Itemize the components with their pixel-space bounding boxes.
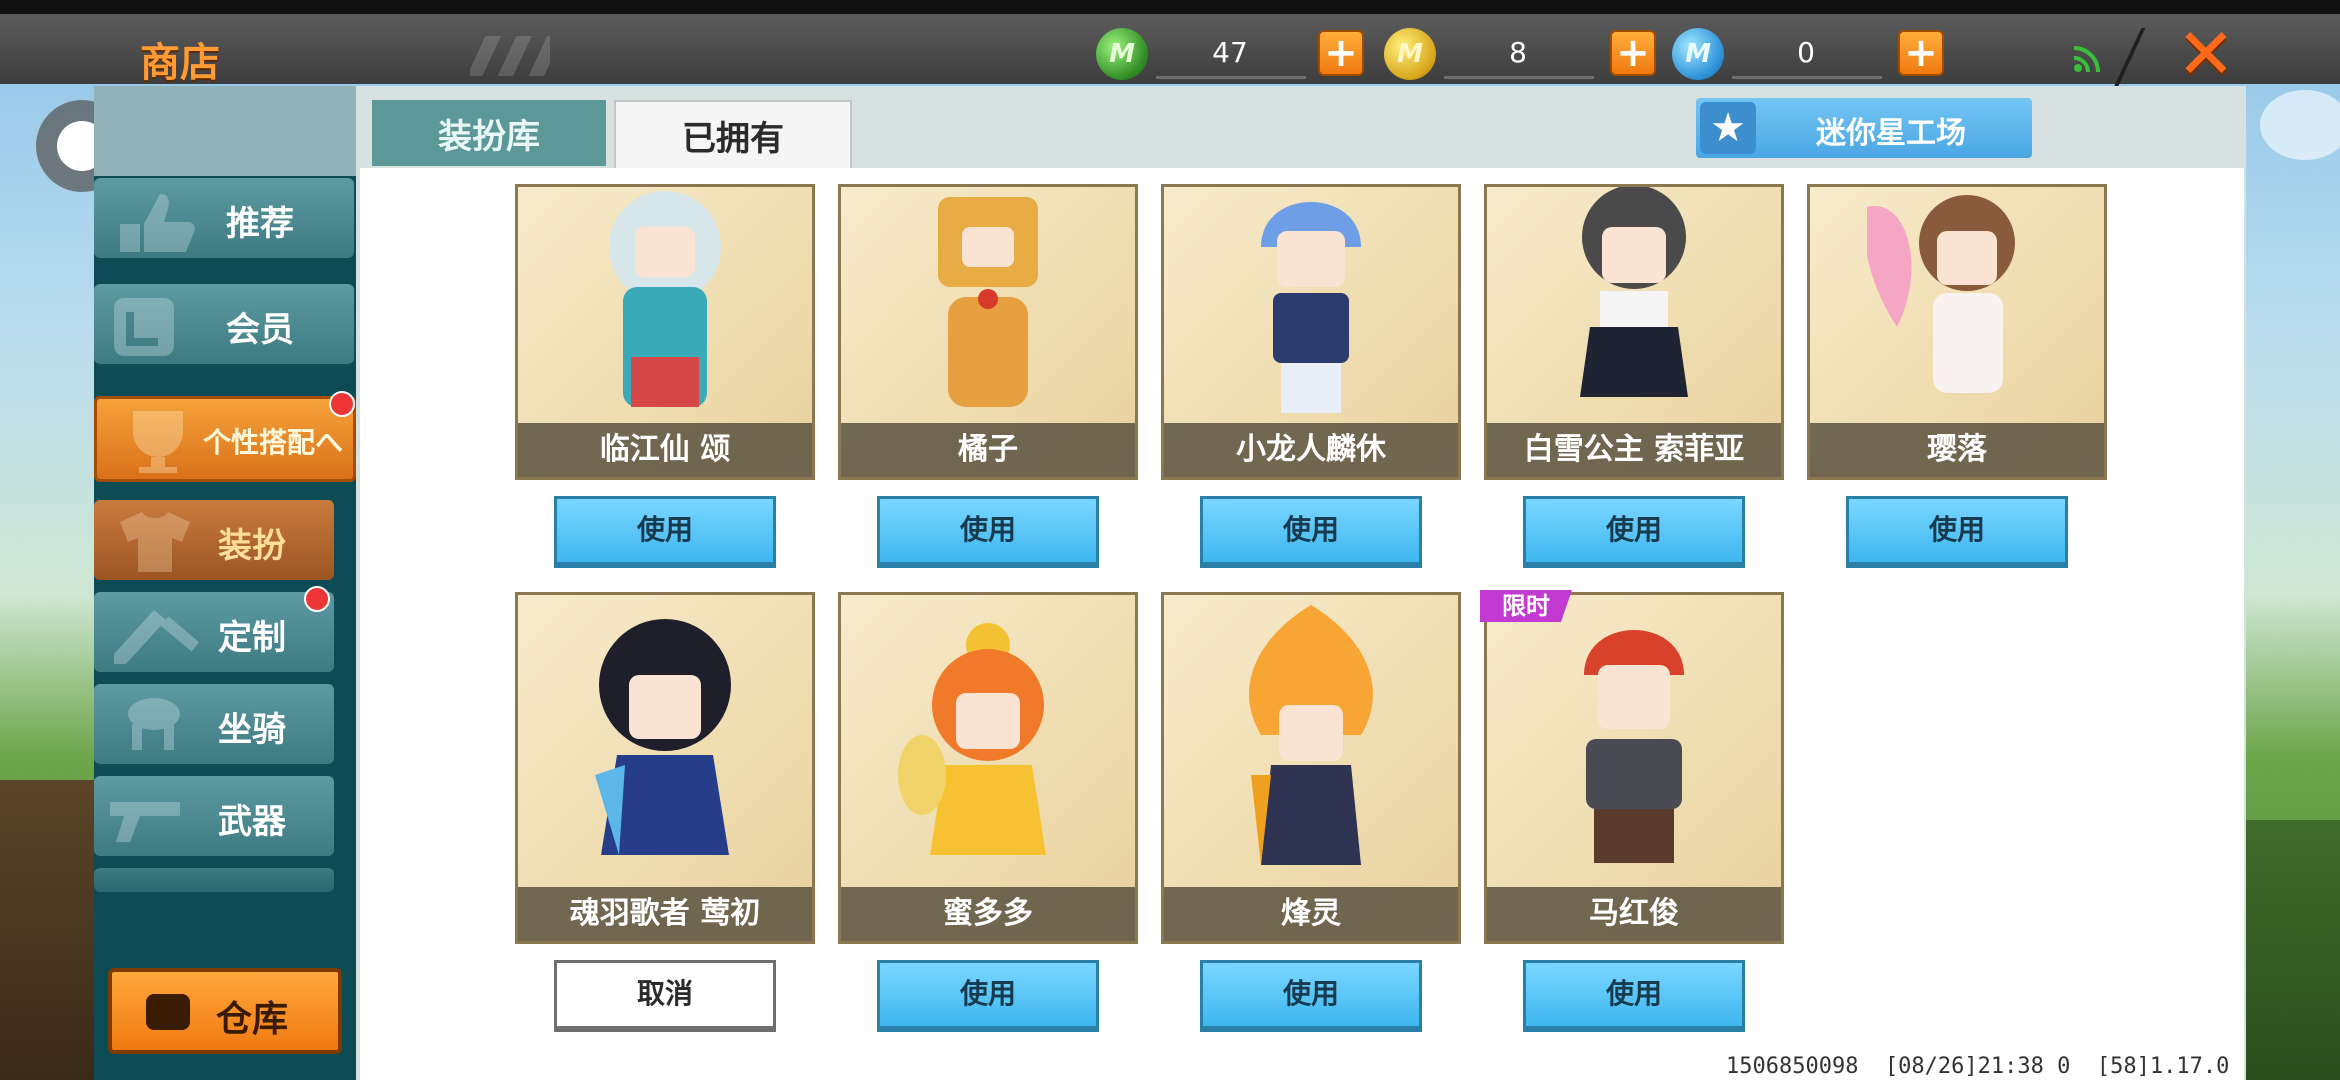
- topbar-divider: [2110, 28, 2146, 94]
- skin-name: 璎落: [1810, 423, 2104, 477]
- sidebar-item-label: 定制: [218, 618, 286, 658]
- sidebar-item-label: 坐骑: [218, 710, 286, 750]
- signal-icon: [2073, 46, 2100, 73]
- sidebar-item-label: 会员: [226, 310, 294, 350]
- shirt-icon: [120, 512, 190, 572]
- star-icon: ★: [1700, 102, 1756, 154]
- warehouse-label: 仓库: [216, 999, 289, 1040]
- skin-card[interactable]: 橘子: [838, 184, 1138, 480]
- sidebar-item-custom[interactable]: 定制: [94, 586, 334, 672]
- mini-bean-coin-icon: M: [1096, 28, 1148, 80]
- use-button[interactable]: 使用: [1200, 960, 1422, 1032]
- chest-icon: [146, 994, 190, 1030]
- skin-card[interactable]: 临江仙 颂: [515, 184, 815, 480]
- character-portrait: [1580, 187, 1688, 397]
- sidebar-item-label: 个性搭配へ: [202, 426, 343, 459]
- background-grass: [2246, 820, 2340, 1080]
- use-button[interactable]: 使用: [877, 496, 1099, 568]
- skin-card[interactable]: 白雪公主 索菲亚: [1484, 184, 1784, 480]
- background-cloud: [2260, 90, 2340, 160]
- sidebar-item-recommend[interactable]: 推荐: [94, 178, 354, 258]
- workshop-label: 迷你星工场: [1816, 116, 1966, 151]
- skin-card[interactable]: 烽灵: [1161, 592, 1461, 944]
- skin-card[interactable]: 小龙人麟休: [1161, 184, 1461, 480]
- sidebar-item-weapon[interactable]: 武器: [94, 776, 334, 856]
- skin-name: 小龙人麟休: [1164, 423, 1458, 477]
- character-portrait: [1584, 630, 1684, 863]
- tab-outfit-library[interactable]: 装扮库: [372, 100, 606, 166]
- currency-value: 8: [1509, 36, 1527, 69]
- character-portrait: [609, 191, 721, 407]
- sidebar-item-label: 推荐: [226, 204, 294, 244]
- skin-name: 魂羽歌者 莺初: [518, 887, 812, 941]
- use-button[interactable]: 使用: [1846, 496, 2068, 568]
- currency-mini-bean: M 47 +: [1096, 28, 1366, 84]
- use-button[interactable]: 使用: [877, 960, 1099, 1032]
- sidebar-item-outfit[interactable]: 装扮: [94, 500, 334, 580]
- add-mini-coin-button[interactable]: +: [1610, 30, 1656, 76]
- notification-dot: [329, 391, 355, 417]
- sidebar-item-label: 装扮: [218, 526, 286, 566]
- sidebar-item-more[interactable]: [94, 868, 334, 892]
- use-button[interactable]: 使用: [554, 496, 776, 568]
- currency-mini-coin: M 8 +: [1384, 28, 1656, 84]
- skin-card[interactable]: 璎落: [1807, 184, 2107, 480]
- character-portrait: [595, 619, 731, 855]
- add-mini-point-button[interactable]: +: [1898, 30, 1944, 76]
- top-bar: 商店 M 47 + M 8 + M 0 + ✕: [0, 0, 2340, 94]
- currency-underline: [1156, 76, 1306, 79]
- currency-underline: [1732, 76, 1882, 79]
- skin-name: 临江仙 颂: [518, 423, 812, 477]
- pencil-ruler-icon: [114, 610, 200, 664]
- character-portrait: [898, 623, 1046, 855]
- currency-value: 0: [1797, 36, 1815, 69]
- cancel-button[interactable]: 取消: [554, 960, 776, 1032]
- skin-name: 马红俊: [1487, 887, 1781, 941]
- notification-dot: [304, 586, 330, 612]
- thumbs-up-icon: [120, 194, 195, 252]
- character-portrait: [1261, 202, 1361, 413]
- currency-mini-point: M 0 +: [1672, 28, 1944, 84]
- character-portrait: [1249, 605, 1373, 865]
- mount-icon: [128, 698, 180, 750]
- sidebar-item-vip[interactable]: 会员: [94, 284, 354, 364]
- sidebar-header: [94, 86, 356, 176]
- mini-coin-icon: M: [1384, 28, 1436, 80]
- skin-card[interactable]: 魂羽歌者 莺初: [515, 592, 815, 944]
- use-button[interactable]: 使用: [1523, 496, 1745, 568]
- currency-underline: [1444, 76, 1594, 79]
- mini-point-icon: M: [1672, 28, 1724, 80]
- limited-time-tag: 限时: [1480, 590, 1572, 622]
- warehouse-button[interactable]: 仓库: [108, 968, 342, 1054]
- character-portrait: [938, 197, 1038, 407]
- tab-owned[interactable]: 已拥有: [614, 100, 852, 170]
- add-mini-bean-button[interactable]: +: [1318, 30, 1364, 76]
- vip-icon: [114, 298, 174, 356]
- trophy-icon: [133, 411, 183, 473]
- sidebar: 推荐 会员 个性搭配へ 装扮 定制 坐骑 武器: [94, 86, 356, 1080]
- character-portrait: [1867, 195, 2015, 393]
- topbar-decoration: [470, 36, 550, 76]
- skin-name: 白雪公主 索菲亚: [1487, 423, 1781, 477]
- use-button[interactable]: 使用: [1523, 960, 1745, 1032]
- sidebar-item-personal-style[interactable]: 个性搭配へ: [94, 391, 356, 482]
- skin-card[interactable]: 马红俊: [1484, 592, 1784, 944]
- skin-card[interactable]: 蜜多多: [838, 592, 1138, 944]
- skin-name: 橘子: [841, 423, 1135, 477]
- page-title: 商店: [140, 40, 220, 86]
- sidebar-item-mount[interactable]: 坐骑: [94, 684, 334, 764]
- use-button[interactable]: 使用: [1200, 496, 1422, 568]
- skin-name: 烽灵: [1164, 887, 1458, 941]
- version-info: 1506850098 [08/26]21:38 0 [58]1.17.0: [1726, 1054, 2230, 1079]
- gun-icon: [110, 802, 180, 842]
- sidebar-item-label: 武器: [218, 802, 286, 842]
- background-block: [0, 780, 94, 1080]
- close-button[interactable]: ✕: [2176, 19, 2236, 89]
- skin-name: 蜜多多: [841, 887, 1135, 941]
- currency-value: 47: [1212, 36, 1248, 69]
- mini-workshop-button[interactable]: ★ 迷你星工场: [1696, 98, 2032, 158]
